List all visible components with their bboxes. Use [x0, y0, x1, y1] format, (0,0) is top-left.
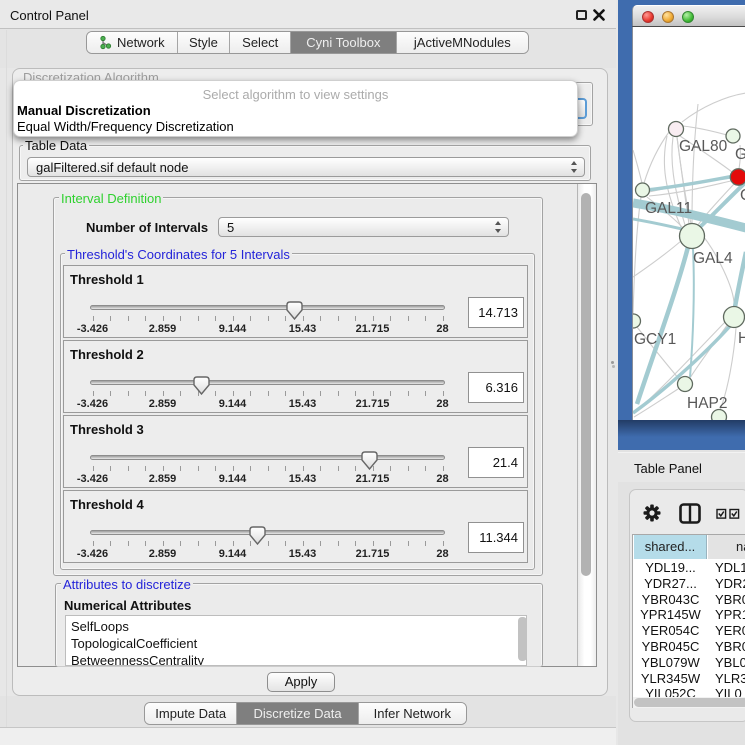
svg-text:HI: HI	[738, 330, 745, 347]
svg-text:GAL4: GAL4	[693, 250, 733, 267]
svg-text:CY: CY	[740, 187, 745, 204]
svg-text:GAL11: GAL11	[645, 200, 692, 217]
svg-text:GA: GA	[735, 146, 745, 163]
svg-text:GAL80: GAL80	[679, 138, 728, 155]
svg-text:HAP2: HAP2	[687, 395, 728, 412]
svg-text:GCY1: GCY1	[634, 331, 676, 348]
